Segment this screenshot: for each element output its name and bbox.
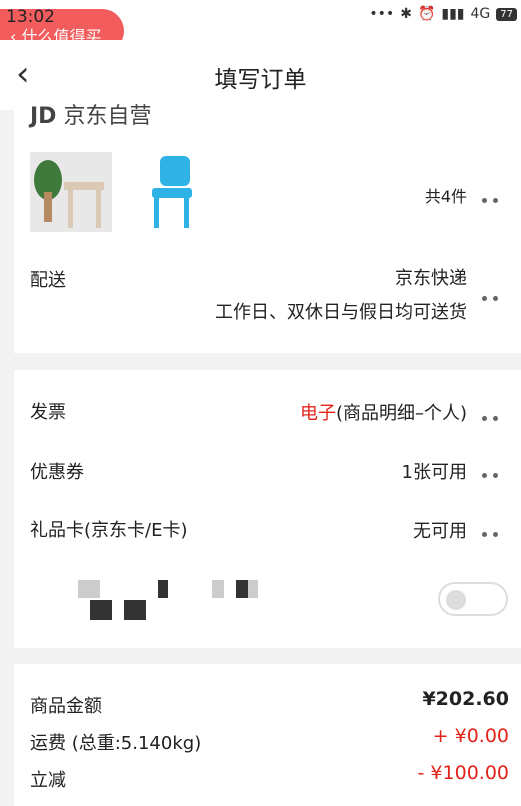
redacted-block: [236, 580, 248, 598]
more-dots-icon[interactable]: [479, 406, 509, 421]
signal-icon: ▮▮▮: [441, 6, 465, 22]
delivery-schedule: 工作日、双休日与假日均可送货: [215, 302, 467, 323]
giftcard-label: 礼品卡(京东卡/E卡): [30, 520, 188, 541]
coupon-value[interactable]: 1张可用: [402, 458, 467, 484]
discount-label: 立减: [30, 770, 66, 791]
goods-amount-value: ¥202.60: [422, 688, 509, 710]
more-dots-icon[interactable]: [479, 463, 509, 478]
product-thumbnail-chair[interactable]: [142, 152, 202, 232]
alarm-icon: ⏰: [417, 6, 436, 22]
more-dots-icon[interactable]: [479, 286, 509, 301]
network-type: 4G: [470, 6, 491, 22]
bluetooth-icon: ✱: [400, 6, 412, 22]
notification-dots-icon: •••: [369, 6, 395, 22]
coupon-label: 优惠券: [30, 462, 84, 483]
redacted-block: [78, 580, 100, 598]
giftcard-value[interactable]: 无可用: [413, 517, 467, 543]
more-dots-icon[interactable]: [479, 188, 509, 203]
page-title: 填写订单: [214, 67, 307, 93]
delivery-method: 京东快递: [395, 268, 467, 289]
delivery-label: 配送: [30, 270, 66, 291]
invoice-value[interactable]: 电子(商品明细–个人): [300, 399, 467, 425]
shipping-value: + ¥0.00: [432, 725, 509, 747]
redacted-block: [124, 600, 146, 620]
item-count: 共4件: [424, 187, 467, 206]
redacted-block: [248, 580, 258, 598]
invoice-detail: (商品明细–个人): [335, 403, 467, 424]
shop-name: JD 京东自营: [30, 104, 152, 129]
more-dots-icon[interactable]: [479, 522, 509, 537]
redacted-block: [212, 580, 224, 598]
battery-icon: 77: [496, 7, 517, 21]
redacted-block: [158, 580, 168, 598]
goods-amount-label: 商品金额: [30, 696, 102, 717]
invoice-type: 电子: [299, 403, 336, 424]
status-icons: ••• ✱ ⏰ ▮▮▮ 4G 77: [369, 6, 517, 22]
product-thumbnail-stool[interactable]: [30, 152, 112, 232]
toggle-switch[interactable]: [438, 582, 508, 616]
toggle-knob: [446, 590, 466, 610]
shipping-label: 运费 (总重:5.140kg): [30, 733, 202, 754]
redacted-block: [90, 600, 112, 620]
invoice-label: 发票: [30, 402, 66, 423]
discount-value: - ¥100.00: [417, 762, 509, 784]
